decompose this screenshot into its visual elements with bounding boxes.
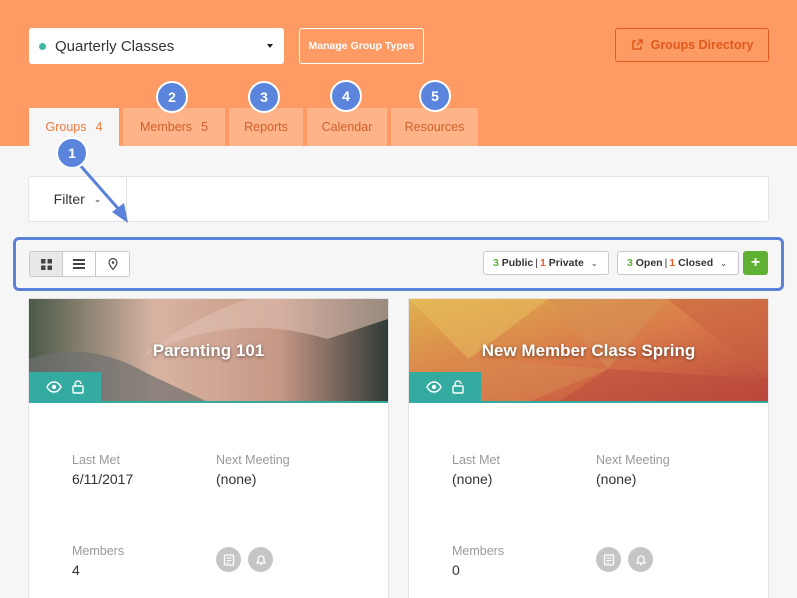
unlock-icon — [452, 379, 465, 394]
group-title[interactable]: New Member Class Spring — [409, 341, 768, 361]
bell-icon[interactable] — [628, 547, 653, 572]
callout-badge: 3 — [248, 81, 280, 113]
group-card[interactable]: Parenting 101 Last Met 6/11/2017 Next Me… — [28, 298, 389, 598]
callout-badge: 4 — [330, 80, 362, 112]
callout-badge: 5 — [419, 80, 451, 112]
group-card[interactable]: New Member Class Spring Last Met (none) … — [408, 298, 769, 598]
callout-badge: 2 — [156, 81, 188, 113]
group-badges — [29, 372, 101, 401]
next-meeting-value: (none) — [216, 471, 257, 487]
next-meeting-value: (none) — [596, 471, 637, 487]
card-divider — [409, 401, 768, 403]
note-icon[interactable] — [596, 547, 621, 572]
members-label: Members — [72, 544, 125, 558]
card-divider — [29, 401, 388, 403]
group-title[interactable]: Parenting 101 — [29, 341, 388, 361]
callout-badge: 1 — [56, 137, 88, 169]
last-met-label: Last Met — [452, 453, 500, 467]
eye-icon — [45, 380, 62, 393]
eye-icon — [425, 380, 442, 393]
bell-icon[interactable] — [248, 547, 273, 572]
next-meeting-label: Next Meeting — [216, 453, 290, 467]
members-value: 0 — [452, 562, 460, 578]
last-met-value: (none) — [452, 471, 493, 487]
unlock-icon — [72, 379, 85, 394]
members-value: 4 — [72, 562, 80, 578]
last-met-label: Last Met — [72, 453, 120, 467]
next-meeting-label: Next Meeting — [596, 453, 670, 467]
note-icon[interactable] — [216, 547, 241, 572]
members-label: Members — [452, 544, 505, 558]
last-met-value: 6/11/2017 — [72, 471, 134, 487]
group-badges — [409, 372, 481, 401]
